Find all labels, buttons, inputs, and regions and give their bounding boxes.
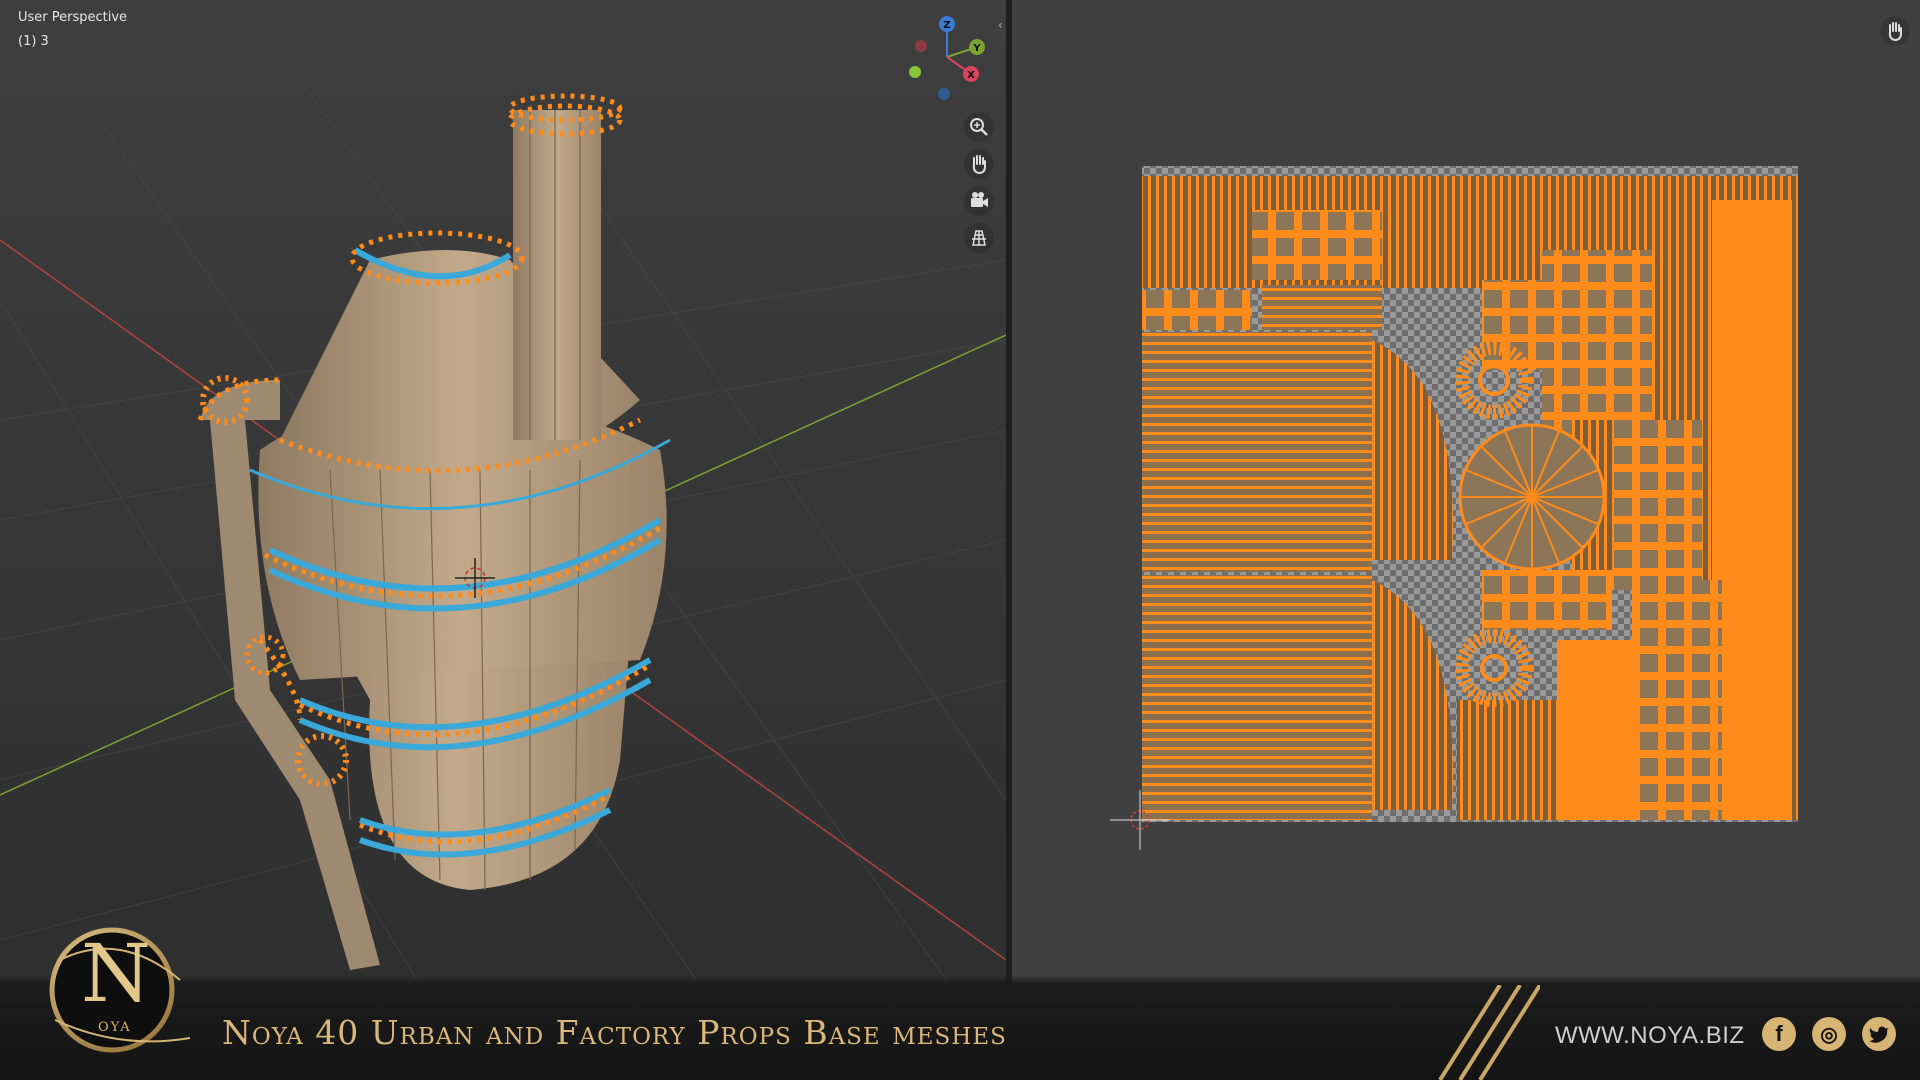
banner-fade — [0, 975, 1920, 985]
banner-stripes-decoration — [1438, 985, 1540, 1080]
gizmo-neg-y[interactable] — [909, 66, 921, 78]
hand-pan-icon[interactable] — [964, 149, 994, 179]
object-info-label: (1) 3 — [18, 34, 49, 49]
gizmo-z-label: Z — [943, 20, 950, 31]
logo-letter: N — [81, 927, 151, 1020]
camera-icon[interactable] — [964, 186, 994, 216]
gizmo-x-label: X — [967, 70, 975, 81]
uv-editor[interactable] — [1012, 0, 1920, 985]
zoom-icon[interactable] — [964, 112, 994, 142]
facebook-icon[interactable]: f — [1762, 1017, 1796, 1051]
banner-title: Noya 40 Urban and Factory Props Base mes… — [222, 1013, 1007, 1052]
grid-perspective-icon[interactable] — [964, 223, 994, 253]
gizmo-neg-x[interactable] — [915, 40, 927, 52]
navigation-gizmo[interactable]: Z Y X — [897, 12, 997, 112]
gizmo-neg-z[interactable] — [938, 88, 950, 100]
viewport-scene — [0, 0, 1006, 985]
noya-logo: N OYA — [40, 920, 190, 1060]
view-name-label: User Perspective — [18, 10, 128, 25]
twitter-bird — [1869, 1026, 1889, 1043]
facebook-glyph: f — [1775, 1021, 1783, 1046]
instagram-glyph: ◎ — [1820, 1023, 1838, 1046]
website-link[interactable]: WWW.NOYA.BIZ — [1555, 1022, 1745, 1050]
instagram-icon[interactable]: ◎ — [1812, 1017, 1846, 1051]
uv-layout — [1110, 166, 1798, 850]
twitter-icon[interactable] — [1862, 1017, 1896, 1051]
logo-text: OYA — [98, 1020, 132, 1035]
3d-viewport[interactable]: User Perspective (1) 3 Z Y X ‹ — [0, 0, 1006, 985]
collapse-chevron-icon[interactable]: ‹ — [998, 18, 1003, 32]
gizmo-y-label: Y — [972, 43, 981, 54]
